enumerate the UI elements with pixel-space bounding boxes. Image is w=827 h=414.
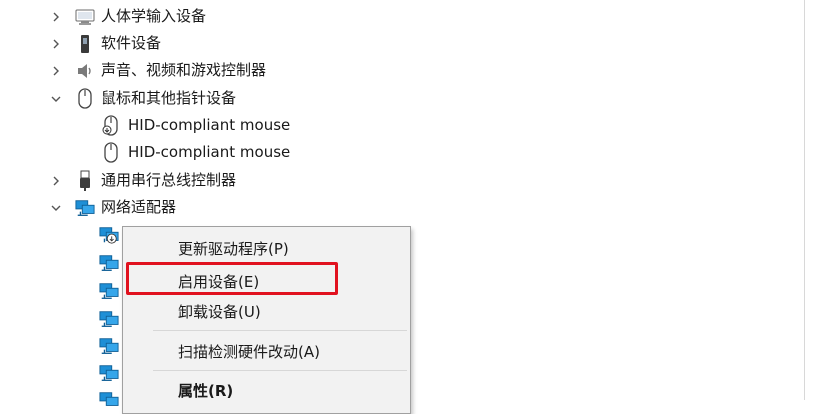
tree-item-hid[interactable]: 人体学输入设备 (0, 3, 805, 30)
menu-item-label: 扫描检测硬件改动(A) (178, 343, 320, 361)
hid-device-icon (75, 6, 95, 28)
tree-item-label: 网络适配器 (101, 198, 177, 216)
usb-icon (75, 170, 95, 192)
software-device-icon (75, 33, 95, 55)
menu-item-properties[interactable]: 属性(R) (123, 375, 410, 405)
tree-item-hid-mouse-1[interactable]: HID-compliant mouse (0, 112, 805, 139)
menu-item-update-driver[interactable]: 更新驱动程序(P) (123, 233, 410, 263)
chevron-right-icon[interactable] (49, 10, 63, 24)
tree-item-network[interactable]: 网络适配器 (0, 194, 805, 221)
network-adapter-disabled-icon (99, 224, 119, 246)
network-adapter-icon (99, 308, 119, 330)
tree-item-usb[interactable]: 通用串行总线控制器 (0, 167, 805, 194)
network-adapter-icon (99, 389, 119, 411)
tree-item-label: HID-compliant mouse (128, 143, 291, 161)
vertical-scrollbar[interactable] (804, 0, 827, 400)
menu-item-scan-hardware[interactable]: 扫描检测硬件改动(A) (123, 336, 410, 366)
highlight-box (126, 262, 338, 295)
speaker-icon (75, 60, 95, 82)
chevron-down-icon[interactable] (49, 201, 63, 215)
tree-item-label: 声音、视频和游戏控制器 (101, 61, 267, 79)
menu-item-label: 卸载设备(U) (178, 303, 261, 321)
network-adapter-icon (99, 280, 119, 302)
network-adapter-icon (75, 197, 95, 219)
tree-item-label: HID-compliant mouse (128, 116, 291, 134)
network-adapter-icon (99, 252, 119, 274)
chevron-right-icon[interactable] (49, 174, 63, 188)
tree-item-label: 通用串行总线控制器 (101, 171, 237, 189)
tree-item-audio[interactable]: 声音、视频和游戏控制器 (0, 57, 805, 84)
tree-item-mice[interactable]: 鼠标和其他指针设备 (0, 85, 805, 112)
chevron-right-icon[interactable] (49, 37, 63, 51)
mouse-disabled-icon (101, 115, 121, 137)
network-adapter-icon (99, 362, 119, 384)
tree-item-label: 软件设备 (101, 34, 162, 52)
tree-item-label: 人体学输入设备 (101, 7, 207, 25)
context-menu: 更新驱动程序(P) 启用设备(E) 卸载设备(U) 扫描检测硬件改动(A) 属性… (122, 226, 411, 414)
chevron-down-icon[interactable] (49, 92, 63, 106)
menu-item-uninstall-device[interactable]: 卸载设备(U) (123, 296, 410, 326)
mouse-icon (75, 88, 95, 110)
tree-item-hid-mouse-2[interactable]: HID-compliant mouse (0, 139, 805, 166)
chevron-right-icon[interactable] (49, 64, 63, 78)
tree-item-label: 鼠标和其他指针设备 (101, 89, 237, 107)
menu-item-label: 属性(R) (178, 382, 234, 400)
network-adapter-icon (99, 335, 119, 357)
mouse-icon (101, 142, 121, 164)
menu-item-label: 更新驱动程序(P) (178, 240, 289, 258)
tree-item-software[interactable]: 软件设备 (0, 30, 805, 57)
menu-separator (153, 330, 407, 331)
menu-separator (153, 370, 407, 371)
